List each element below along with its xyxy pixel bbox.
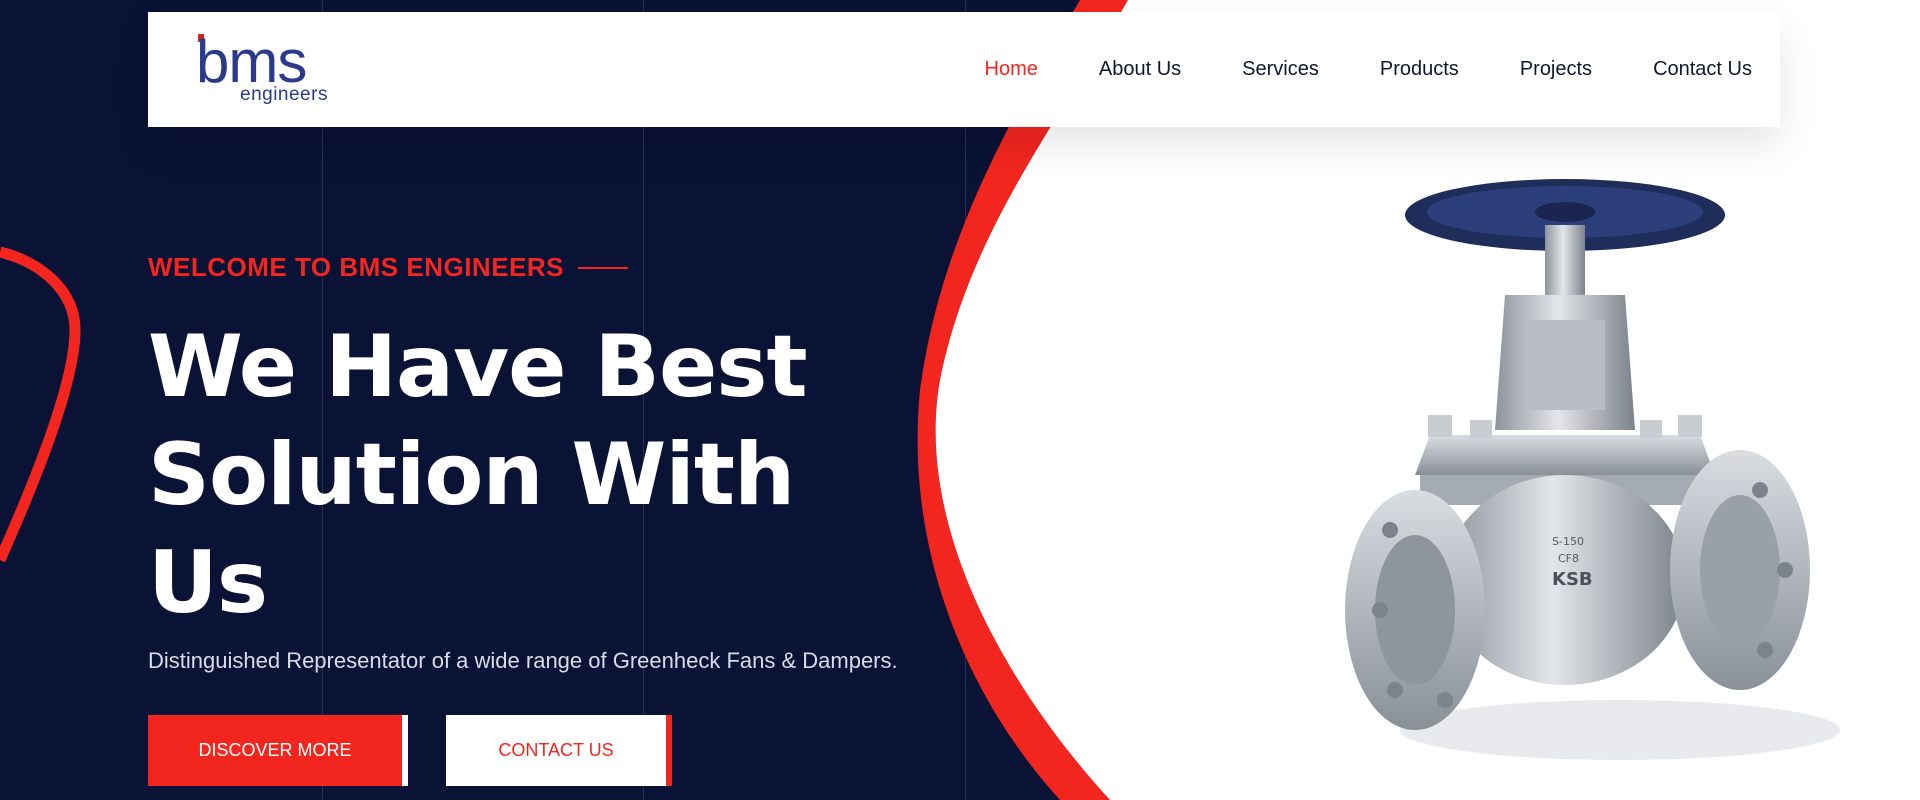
discover-more-button[interactable]: DISCOVER MORE <box>148 715 408 786</box>
nav-contact-us[interactable]: Contact Us <box>1653 58 1752 81</box>
hero-eyebrow: WELCOME TO BMS ENGINEERS <box>148 252 628 283</box>
valve-marking-material: CF8 <box>1558 552 1579 565</box>
main-nav: Home About Us Services Products Projects… <box>924 12 1752 127</box>
hero-headline: We Have Best Solution With Us <box>148 317 808 633</box>
valve-marking-brand: KSB <box>1552 569 1593 590</box>
site-header: bms engineers Home About Us Services Pro… <box>148 12 1780 127</box>
nav-projects[interactable]: Projects <box>1520 58 1592 81</box>
nav-services[interactable]: Services <box>1242 58 1319 81</box>
hero-eyebrow-text: WELCOME TO BMS ENGINEERS <box>148 252 564 282</box>
hero-subtitle: Distinguished Representator of a wide ra… <box>148 648 898 673</box>
nav-home[interactable]: Home <box>985 58 1038 81</box>
contact-us-button[interactable]: CONTACT US <box>446 715 672 786</box>
valve-marking-rating: S-150 <box>1552 535 1584 548</box>
nav-products[interactable]: Products <box>1380 58 1459 81</box>
nav-about-us[interactable]: About Us <box>1099 58 1181 81</box>
brand-logo[interactable]: bms engineers <box>196 32 346 112</box>
gate-valve-image: S-150 CF8 KSB <box>1345 179 1840 760</box>
eyebrow-divider <box>578 266 628 269</box>
logo-sub-text: engineers <box>240 84 328 105</box>
logo-main-text: bms <box>196 28 307 95</box>
